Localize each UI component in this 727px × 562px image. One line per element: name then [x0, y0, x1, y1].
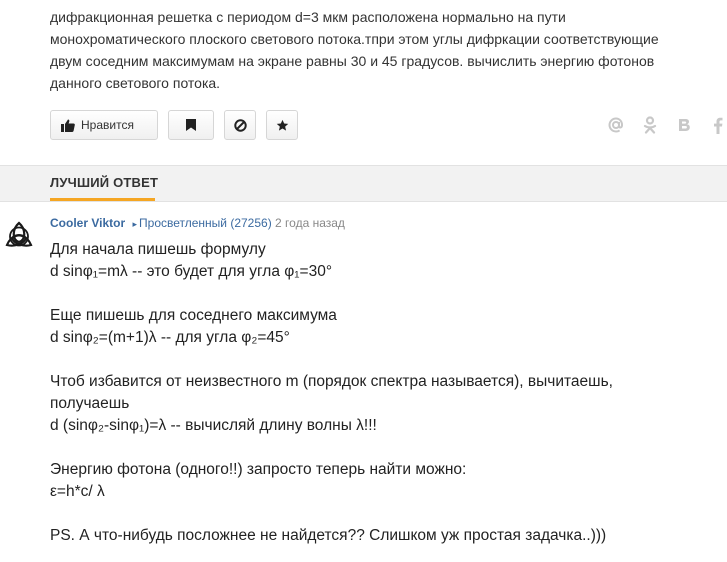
facebook-icon[interactable] [709, 116, 727, 134]
best-answer-label: ЛУЧШИЙ ОТВЕТ [50, 175, 159, 190]
answer-line: d (sinφ₂-sinφ₁)=λ -- вычисляй длину волн… [50, 417, 377, 434]
avatar[interactable] [4, 220, 34, 250]
author-rank[interactable]: Просветленный (27256) [139, 216, 272, 230]
thumbs-up-icon [61, 119, 75, 132]
block-button[interactable] [224, 110, 256, 140]
question-line: монохроматического плоского светового по… [50, 31, 659, 47]
like-button[interactable]: Нравится [50, 110, 158, 140]
answer-line: d sinφ₂=(m+1)λ -- для угла φ₂=45° [50, 329, 290, 346]
answer-line: Для начала пишешь формулу [50, 241, 266, 258]
best-answer-header: ЛУЧШИЙ ОТВЕТ [0, 165, 727, 202]
best-answer-underline [50, 198, 155, 201]
answer-line: Еще пишешь для соседнего максимума [50, 307, 337, 324]
answer-line: получаешь [50, 395, 130, 412]
like-label: Нравится [81, 118, 134, 132]
flag-icon [186, 119, 196, 131]
answer-line: PS. А что-нибудь посложнее не найдется??… [50, 527, 607, 544]
answer-time: 2 года назад [275, 216, 345, 230]
share-icons [607, 116, 727, 134]
answer-line: Энергию фотона (одного!!) запросто тепер… [50, 461, 467, 478]
answer-meta: Cooler Viktor ▸ Просветленный (27256) 2 г… [50, 216, 345, 230]
answer-line [50, 437, 720, 459]
mail-at-icon[interactable] [607, 116, 625, 134]
answer-line: d sinφ₁=mλ -- это будет для угла φ₁=30° [50, 263, 333, 280]
block-icon [233, 118, 247, 132]
question-line: данного светового потока. [50, 75, 221, 91]
rank-arrow-icon: ▸ [132, 219, 138, 229]
vkontakte-icon[interactable] [675, 116, 693, 134]
answer-line [50, 283, 720, 305]
question-line: двум соседним максимумам на экране равны… [50, 53, 655, 69]
star-icon [276, 119, 288, 131]
answer-text: Для начала пишешь формулу d sinφ₁=mλ -- … [50, 239, 720, 547]
answer-line [50, 349, 720, 371]
author-link[interactable]: Cooler Viktor [50, 216, 125, 230]
bookmark-button[interactable] [168, 110, 214, 140]
answer-line [50, 503, 720, 525]
answer-line: Чтоб избавится от неизвестного m (порядо… [50, 373, 613, 390]
question-text: дифракционная решетка с периодом d=3 мкм… [50, 6, 715, 94]
question-line: дифракционная решетка с периодом d=3 мкм… [50, 9, 566, 25]
odnoklassniki-icon[interactable] [641, 116, 659, 134]
answer-line: ε=h*c/ λ [50, 483, 105, 500]
favorite-button[interactable] [266, 110, 298, 140]
triquetra-icon [5, 221, 33, 247]
question-actions: Нравится [50, 110, 298, 140]
